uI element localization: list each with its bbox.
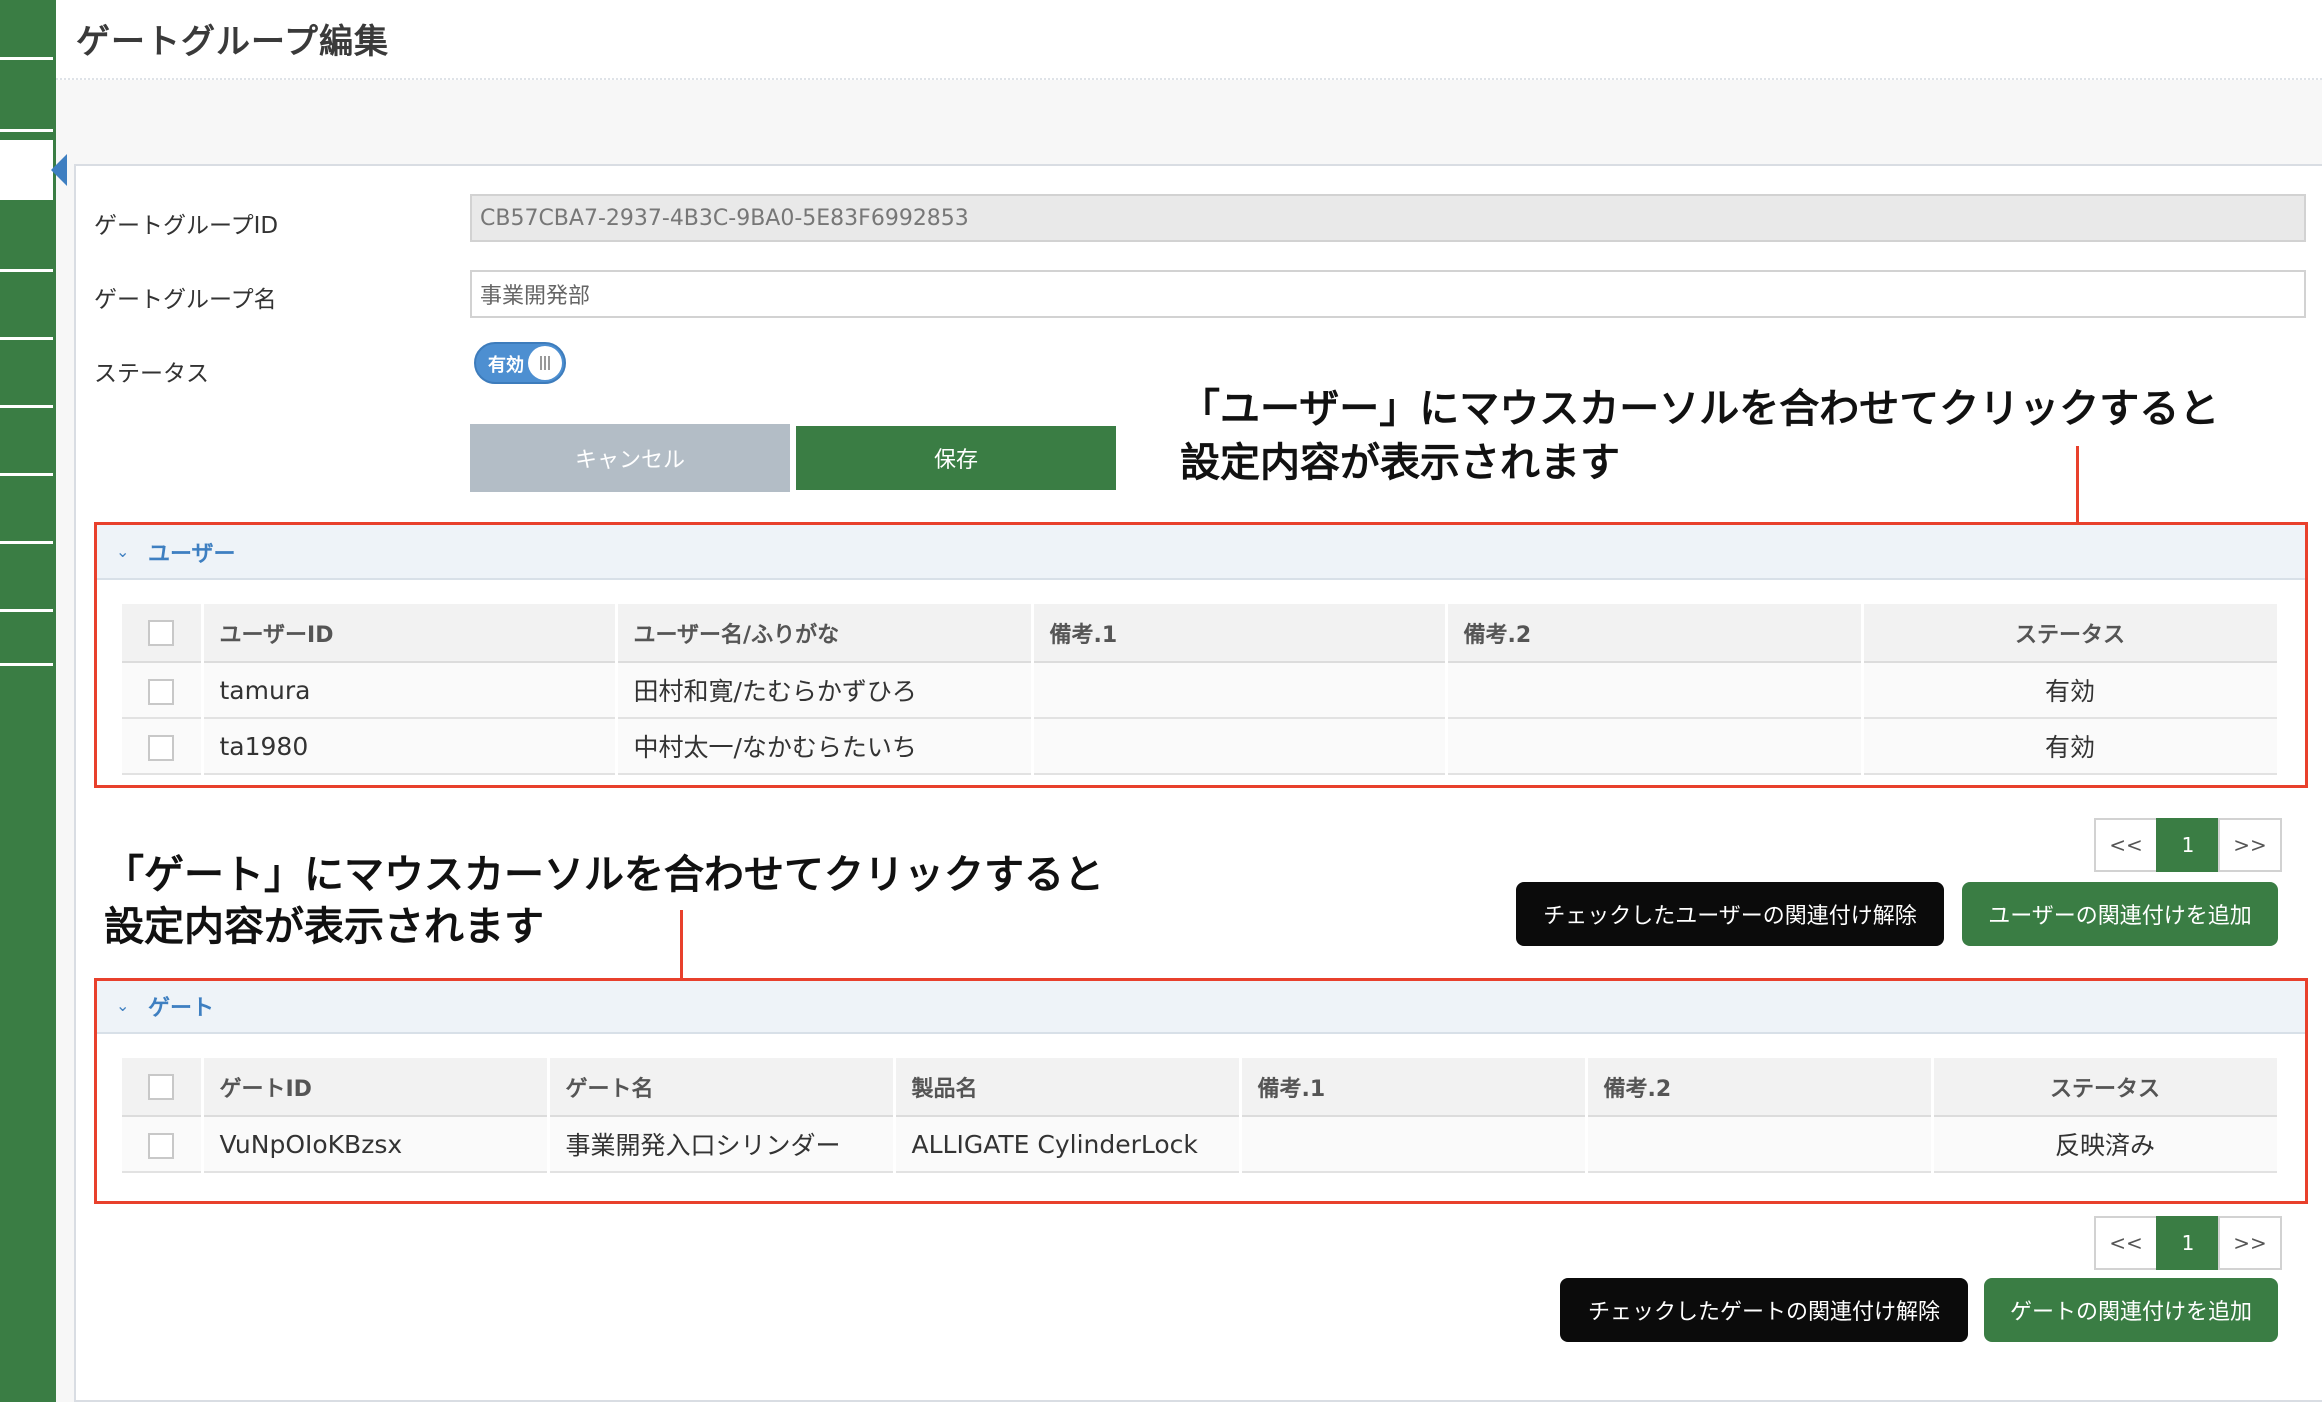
users-pagination: << 1 >> — [2094, 818, 2282, 872]
users-pager-next[interactable]: >> — [2218, 818, 2282, 872]
user-arrow-line — [2076, 446, 2079, 530]
unlink-users-button[interactable]: チェックしたユーザーの関連付け解除 — [1516, 882, 1944, 946]
user-annotation-line1: 「ユーザー」にマウスカーソルを合わせてクリックすると — [1180, 386, 2220, 432]
users-highlight-box — [94, 522, 2308, 788]
gates-pager-next[interactable]: >> — [2218, 1216, 2282, 1270]
sidebar-item-1[interactable] — [0, 0, 53, 60]
sidebar-item-4[interactable] — [0, 280, 53, 340]
page-header: ゲートグループ編集 — [56, 0, 2322, 80]
cancel-button[interactable]: キャンセル — [470, 424, 790, 492]
gates-highlight-box — [94, 978, 2308, 1204]
gate-group-name-input[interactable] — [470, 270, 2306, 318]
add-user-button[interactable]: ユーザーの関連付けを追加 — [1962, 882, 2278, 946]
add-gate-button[interactable]: ゲートの関連付けを追加 — [1984, 1278, 2278, 1342]
sidebar-item-active[interactable] — [0, 140, 67, 200]
status-label: ステータス — [94, 361, 209, 387]
save-button[interactable]: 保存 — [796, 426, 1116, 490]
gates-pagination: << 1 >> — [2094, 1216, 2282, 1270]
toggle-knob-icon — [528, 346, 562, 380]
users-pager-page[interactable]: 1 — [2156, 818, 2220, 872]
gate-group-name-label: ゲートグループ名 — [94, 287, 277, 313]
gate-annotation-line2: 設定内容が表示されます — [104, 904, 544, 950]
sidebar-item-5[interactable] — [0, 348, 53, 408]
page-title: ゲートグループ編集 — [76, 22, 389, 62]
gates-pager-prev[interactable]: << — [2094, 1216, 2158, 1270]
users-pager-prev[interactable]: << — [2094, 818, 2158, 872]
sidebar-item-8[interactable] — [0, 552, 53, 612]
sidebar-item-2[interactable] — [0, 72, 53, 132]
status-toggle-label: 有効 — [488, 355, 524, 376]
user-annotation-line2: 設定内容が表示されます — [1180, 440, 1620, 486]
sidebar-item-3[interactable] — [0, 212, 53, 272]
gates-pager-page[interactable]: 1 — [2156, 1216, 2220, 1270]
unlink-gates-button[interactable]: チェックしたゲートの関連付け解除 — [1560, 1278, 1968, 1342]
sidebar — [0, 0, 67, 1402]
sidebar-item-6[interactable] — [0, 416, 53, 476]
sidebar-item-9[interactable] — [0, 620, 53, 666]
gate-group-id-label: ゲートグループID — [94, 213, 279, 239]
gate-annotation-line1: 「ゲート」にマウスカーソルを合わせてクリックすると — [104, 852, 1104, 898]
sidebar-item-7[interactable] — [0, 484, 53, 544]
status-toggle[interactable]: 有効 — [474, 342, 566, 384]
gate-group-id-input — [470, 194, 2306, 242]
